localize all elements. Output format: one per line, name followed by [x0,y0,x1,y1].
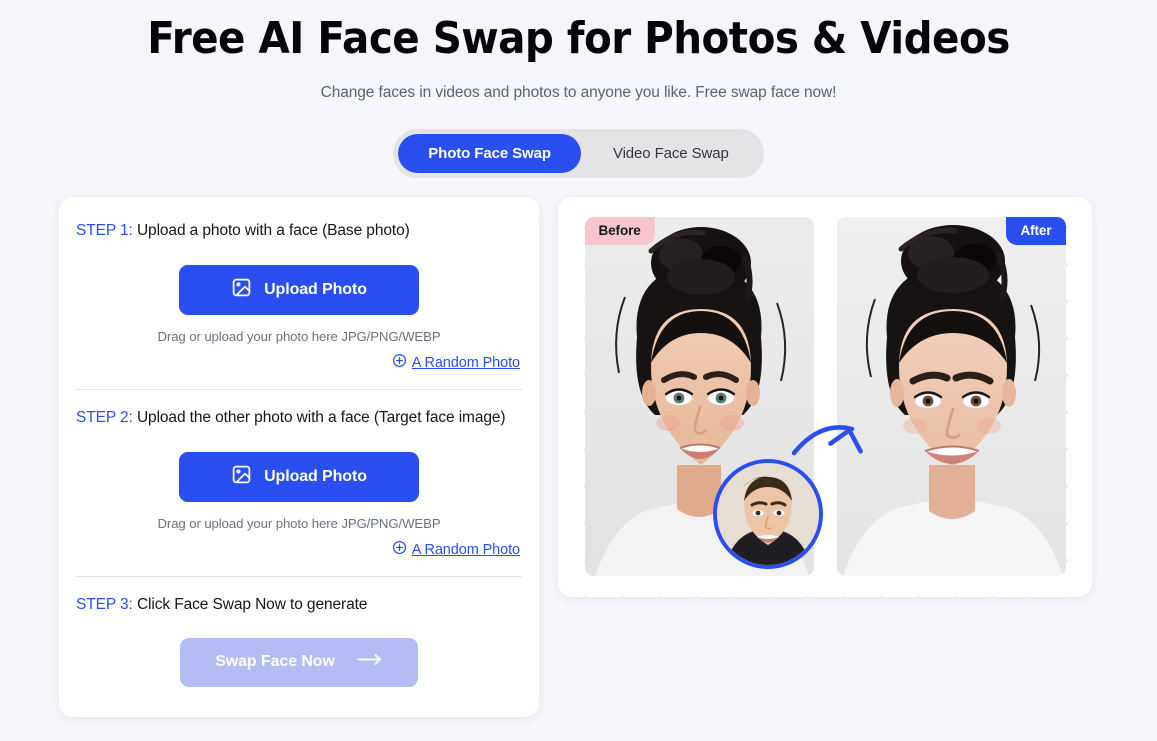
step-2-label: STEP 2: Upload the other photo with a fa… [76,407,522,429]
before-badge: Before [584,217,655,246]
plus-circle-icon [392,540,407,560]
step-2-upload-row: Upload Photo [76,451,522,502]
upload-photo-label-2: Upload Photo [264,467,367,485]
step-3-label: STEP 3: Click Face Swap Now to generate [76,594,522,616]
step-2-number: STEP 2: [76,408,133,426]
steps-card: STEP 1: Upload a photo with a face (Base… [59,196,539,717]
tab-group: Photo Face Swap Video Face Swap [393,128,764,178]
page-subtitle: Change faces in videos and photos to any… [320,83,837,101]
random-photo-link-1[interactable]: A Random Photo [412,355,520,371]
step-3-text: Click Face Swap Now to generate [132,595,368,613]
step-1-upload-row: Upload Photo [76,264,522,315]
arrow-right-icon [356,653,383,671]
divider-2 [76,575,522,577]
image-icon [231,277,252,303]
avatar-portrait [717,462,819,565]
upload-photo-label-1: Upload Photo [264,280,367,298]
step-3-number: STEP 3: [76,595,133,613]
upload-photo-button-1[interactable]: Upload Photo [179,264,419,315]
step-1-hint: Drag or upload your photo here JPG/PNG/W… [157,328,441,344]
step-1-random-row: A Random Photo [76,353,522,373]
swap-face-now-label: Swap Face Now [215,653,335,671]
plus-circle-icon [392,353,407,373]
upload-photo-button-2[interactable]: Upload Photo [179,451,419,502]
tab-video-face-swap[interactable]: Video Face Swap [583,134,759,173]
step-2-random-row: A Random Photo [76,540,522,560]
step-1-text: Upload a photo with a face (Base photo) [132,221,410,239]
curved-arrow-icon [790,419,866,466]
step-1-number: STEP 1: [76,221,133,239]
step-3-swap-row: Swap Face Now [76,637,522,687]
after-portrait-image [836,217,1066,577]
swap-face-now-button[interactable]: Swap Face Now [180,637,418,687]
after-photo: After [836,217,1066,577]
hero-section: Free AI Face Swap for Photos & Videos Ch… [0,0,1157,102]
source-face-avatar [713,458,823,569]
random-photo-link-2[interactable]: A Random Photo [412,542,520,558]
step-2-text: Upload the other photo with a face (Targ… [132,408,506,426]
mode-tabs: Photo Face Swap Video Face Swap [0,128,1157,178]
step-1-label: STEP 1: Upload a photo with a face (Base… [76,220,522,242]
page-title: Free AI Face Swap for Photos & Videos [147,13,1010,64]
tab-photo-face-swap[interactable]: Photo Face Swap [398,133,581,173]
divider-1 [76,388,522,390]
before-after-photos: Before After [558,197,1092,597]
step-2-hint: Drag or upload your photo here JPG/PNG/W… [157,515,441,531]
main-content: STEP 1: Upload a photo with a face (Base… [0,196,1157,717]
image-icon [231,464,252,490]
after-badge: After [1006,217,1066,246]
preview-card: Before After [558,196,1092,597]
